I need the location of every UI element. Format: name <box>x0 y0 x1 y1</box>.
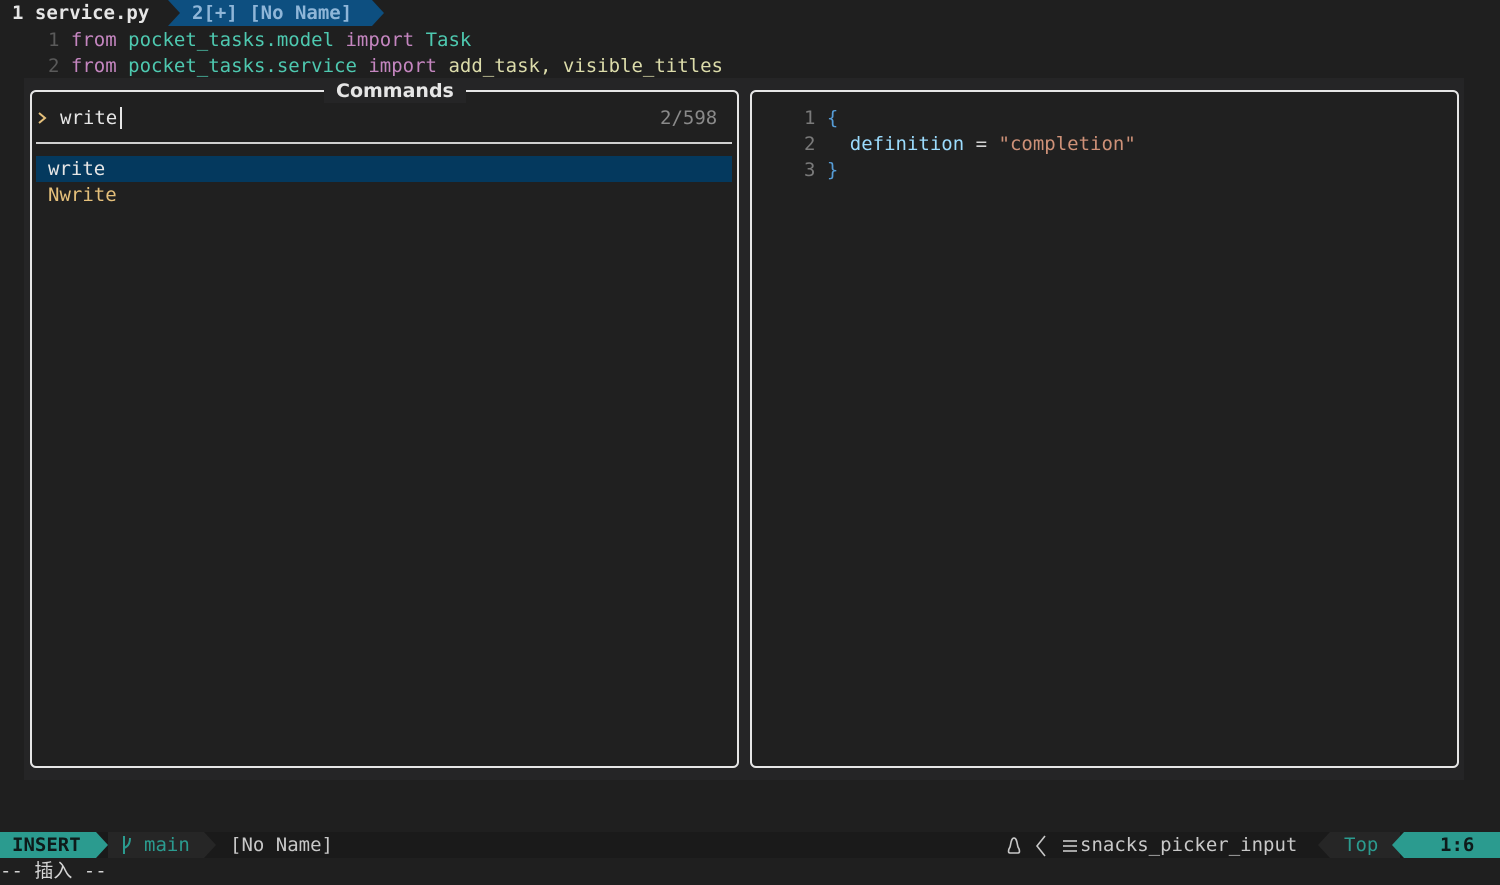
chevron-left-icon <box>1033 834 1049 856</box>
module-name: pocket_tasks.service <box>128 55 357 77</box>
editor-line-2[interactable]: 2 from pocket_tasks.service import add_t… <box>48 53 723 79</box>
keyword: import <box>368 55 437 77</box>
list-item[interactable]: Nwrite <box>36 182 732 208</box>
filetype: snacks_picker_input <box>1080 834 1298 856</box>
line-number: 1 <box>48 29 60 51</box>
preview-line-1: 1 { <box>804 105 838 131</box>
tab-separator-end <box>372 0 384 26</box>
keyword: from <box>70 55 117 77</box>
mode-separator <box>96 832 108 858</box>
mode-indicator: INSERT <box>0 832 96 858</box>
tab-separator <box>168 0 180 26</box>
line-number: 2 <box>48 55 60 77</box>
editor-line-1[interactable]: 1 from pocket_tasks.model import Task <box>48 27 471 53</box>
picker-preview-panel <box>750 90 1459 768</box>
picker-title: Commands <box>324 79 466 103</box>
status-filename: [No Name] <box>230 834 333 856</box>
preview-line-3: 3 } <box>804 157 838 183</box>
tab-service-py[interactable]: 1 service.py <box>0 0 168 26</box>
list-item-selected[interactable]: write <box>36 156 732 182</box>
position-separator <box>1392 832 1404 858</box>
tab-no-name[interactable]: 2[+] [No Name] <box>168 0 372 26</box>
brace: } <box>826 159 839 181</box>
symbol: Task <box>425 29 472 51</box>
lines-icon <box>1061 834 1079 856</box>
preview-line-2: 2 definition = "completion" <box>804 131 1136 157</box>
git-branch-name: main <box>144 834 190 856</box>
keyword: from <box>70 29 117 51</box>
cursor-position: 1:6 <box>1440 834 1475 856</box>
scroll-position: Top <box>1344 834 1379 856</box>
property-name: definition <box>849 133 965 155</box>
keyword: import <box>345 29 415 51</box>
operator: = <box>964 133 999 155</box>
module-name: pocket_tasks.model <box>128 29 335 51</box>
prompt-chevron-icon <box>37 105 49 138</box>
line-number: 1 <box>804 107 816 129</box>
command-line[interactable]: -- 插入 -- <box>0 858 107 884</box>
scroll-separator <box>1318 832 1330 858</box>
picker-search-input[interactable]: write <box>60 105 117 131</box>
text-cursor <box>120 107 122 129</box>
input-separator <box>36 142 732 144</box>
line-number: 2 <box>804 133 816 155</box>
git-branch-icon <box>120 832 134 865</box>
match-count: 2/598 <box>660 107 718 129</box>
line-number: 3 <box>804 159 816 181</box>
symbol: add_task, visible_titles <box>448 55 723 77</box>
branch-separator <box>204 832 216 858</box>
string-value: "completion" <box>998 133 1136 155</box>
linux-icon <box>1006 834 1022 856</box>
brace: { <box>826 107 839 129</box>
status-icons <box>1006 832 1079 858</box>
